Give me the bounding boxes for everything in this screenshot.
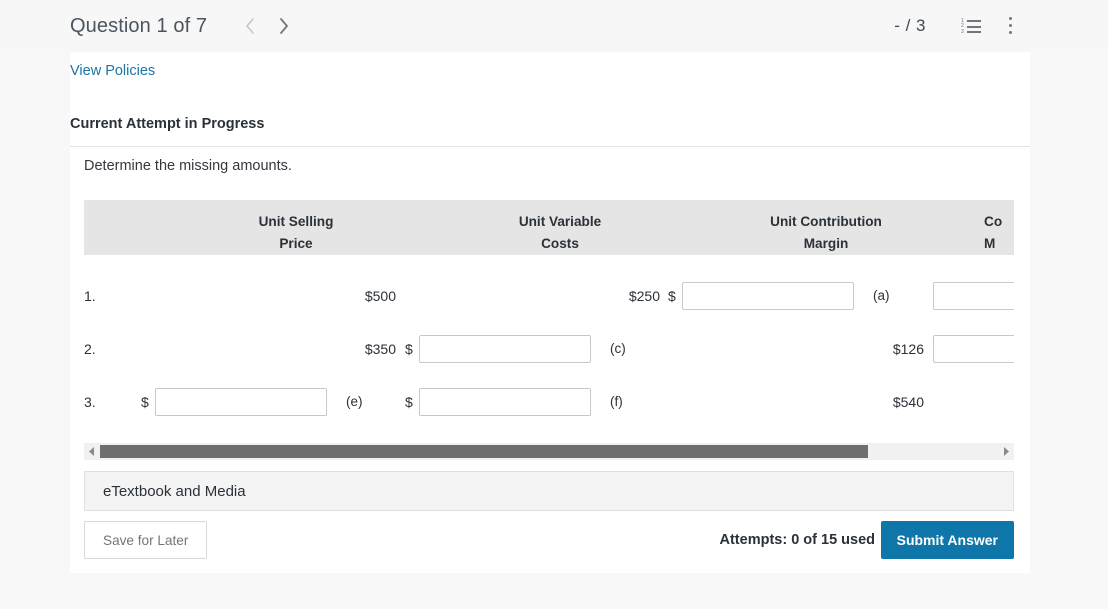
currency-symbol: $ — [141, 394, 149, 410]
row-number: 2. — [84, 341, 96, 357]
scrollbar-left-arrow-button[interactable] — [84, 443, 100, 460]
input-unit-variable-costs-f[interactable] — [419, 388, 591, 416]
input-contribution-margin-ratio-b[interactable] — [933, 282, 1014, 310]
currency-symbol: $ — [405, 394, 413, 410]
answer-tag-f: (f) — [610, 394, 623, 409]
question-actions: Save for Later Attempts: 0 of 15 used Su… — [84, 521, 1014, 561]
previous-question-button[interactable] — [233, 9, 267, 43]
cell-unit-selling-price: $500 — [364, 288, 396, 304]
cell-unit-contribution-margin: $126 — [892, 341, 924, 357]
score-display: - / 3 — [894, 16, 926, 35]
page-title: Question 1 of 7 — [70, 14, 208, 37]
more-options-button[interactable] — [986, 11, 1016, 41]
question-toolbar: Question 1 of 7 - / 3 1 2 3 — [0, 0, 1108, 52]
row-number: 3. — [84, 394, 96, 410]
currency-symbol: $ — [405, 341, 413, 357]
table-header-row: Unit Selling Price Unit Variable Costs U… — [84, 200, 1014, 255]
page-root: Question 1 of 7 - / 3 1 2 3 View Policie… — [0, 0, 1108, 609]
question-navigation — [233, 9, 301, 43]
question-card: View Policies Current Attempt in Progres… — [70, 52, 1030, 573]
triangle-left-icon — [89, 447, 94, 456]
numbered-list-icon: 1 2 3 — [961, 18, 981, 34]
input-unit-contribution-margin-a[interactable] — [682, 282, 854, 310]
view-policies-link[interactable]: View Policies — [70, 63, 155, 79]
table-horizontal-scrollbar[interactable] — [84, 443, 1014, 460]
scrollbar-right-arrow-button[interactable] — [998, 443, 1014, 460]
table-row: 3. $ (e) $ (f) $540 — [84, 376, 1014, 429]
answer-table-viewport: Unit Selling Price Unit Variable Costs U… — [84, 200, 1014, 448]
attempt-status-heading: Current Attempt in Progress — [70, 116, 265, 132]
scrollbar-thumb[interactable] — [100, 445, 868, 458]
submit-answer-button[interactable]: Submit Answer — [880, 521, 1014, 559]
kebab-menu-icon — [1009, 17, 1013, 35]
cell-unit-contribution-margin: $540 — [892, 394, 924, 410]
question-prompt: Determine the missing amounts. — [84, 158, 292, 174]
cell-unit-variable-costs: $250 — [628, 288, 660, 304]
answer-tag-e: (e) — [346, 394, 363, 409]
chevron-left-icon — [246, 18, 254, 34]
etextbook-and-media-bar[interactable]: eTextbook and Media — [84, 471, 1014, 511]
etextbook-and-media-label: eTextbook and Media — [103, 482, 246, 500]
cell-unit-selling-price: $350 — [364, 341, 396, 357]
triangle-right-icon — [1004, 447, 1009, 456]
input-contribution-margin-ratio-d[interactable] — [933, 335, 1014, 363]
table-row: 1. $500 $250 $ (a) — [84, 270, 1014, 323]
column-header-unit-contribution-margin: Unit Contribution Margin — [770, 214, 882, 251]
question-list-button[interactable]: 1 2 3 — [956, 11, 986, 41]
answer-table: Unit Selling Price Unit Variable Costs U… — [84, 200, 1014, 448]
input-unit-selling-price-e[interactable] — [155, 388, 327, 416]
column-header-unit-selling-price: Unit Selling Price — [258, 214, 334, 251]
section-divider — [70, 146, 1030, 147]
answer-tag-a: (a) — [873, 288, 890, 303]
row-number: 1. — [84, 288, 96, 304]
scrollbar-track[interactable] — [100, 443, 998, 460]
currency-symbol: $ — [668, 288, 676, 304]
toolbar-right-group: - / 3 1 2 3 — [894, 11, 1016, 41]
column-header-contribution-margin-ratio: Co M — [984, 214, 1003, 251]
save-for-later-button[interactable]: Save for Later — [84, 521, 208, 559]
next-question-button[interactable] — [267, 9, 301, 43]
input-unit-variable-costs-c[interactable] — [419, 335, 591, 363]
chevron-right-icon — [280, 18, 289, 34]
column-header-unit-variable-costs: Unit Variable Costs — [518, 214, 602, 251]
answer-tag-c: (c) — [610, 341, 626, 356]
attempts-counter: Attempts: 0 of 15 used — [719, 532, 876, 548]
table-row: 2. $350 $ (c) $126 — [84, 323, 1014, 376]
